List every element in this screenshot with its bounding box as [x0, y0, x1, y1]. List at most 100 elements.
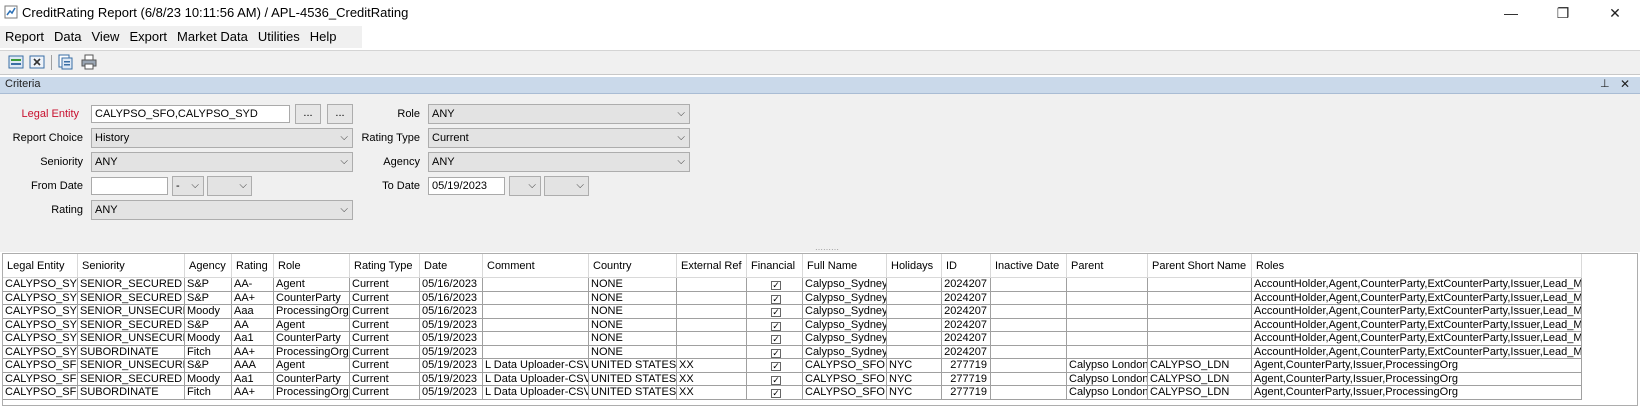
menu-help[interactable]: Help	[305, 26, 342, 48]
seniority-select[interactable]: ANY ⌵	[91, 152, 353, 172]
table-cell[interactable]: 2024207	[942, 305, 991, 319]
table-cell[interactable]: 05/19/2023	[420, 372, 483, 386]
table-cell[interactable]: AccountHolder,Agent,CounterParty,ExtCoun…	[1252, 318, 1582, 332]
table-cell[interactable]: ✓	[747, 291, 803, 305]
financial-checkbox[interactable]: ✓	[771, 348, 781, 358]
table-cell[interactable]: Calypso London	[1067, 386, 1148, 400]
table-cell[interactable]: Calypso_Sydney	[803, 278, 887, 292]
table-cell[interactable]: S&P	[185, 359, 232, 373]
table-cell[interactable]	[677, 345, 747, 359]
table-cell[interactable]: Calypso_Sydney	[803, 291, 887, 305]
table-cell[interactable]	[991, 359, 1067, 373]
table-cell[interactable]: CALYPSO_SFO	[803, 386, 887, 400]
table-cell[interactable]	[991, 386, 1067, 400]
table-cell[interactable]: Fitch	[185, 386, 232, 400]
table-cell[interactable]: CALYPSO_SFO	[803, 359, 887, 373]
column-header[interactable]: External Ref	[677, 254, 747, 278]
table-cell[interactable]: AccountHolder,Agent,CounterParty,ExtCoun…	[1252, 345, 1582, 359]
table-cell[interactable]: CALYPSO_LDN	[1148, 359, 1252, 373]
table-cell[interactable]: SUBORDINATE	[78, 386, 185, 400]
table-cell[interactable]: XX	[677, 372, 747, 386]
save-report-icon[interactable]	[57, 54, 73, 70]
table-cell[interactable]: UNITED STATES	[589, 359, 677, 373]
table-cell[interactable]: 05/16/2023	[420, 305, 483, 319]
legal-entity-select-button[interactable]: ...	[295, 104, 321, 124]
table-cell[interactable]	[991, 305, 1067, 319]
financial-checkbox[interactable]: ✓	[771, 281, 781, 290]
table-cell[interactable]	[887, 345, 942, 359]
table-cell[interactable]: SUBORDINATE	[78, 345, 185, 359]
table-cell[interactable]: S&P	[185, 291, 232, 305]
table-cell[interactable]: CALYPSO_SFO	[3, 372, 78, 386]
table-cell[interactable]: AccountHolder,Agent,CounterParty,ExtCoun…	[1252, 291, 1582, 305]
table-cell[interactable]: CALYPSO_SFO	[3, 386, 78, 400]
table-cell[interactable]	[887, 278, 942, 292]
table-cell[interactable]	[483, 318, 589, 332]
table-cell[interactable]: 05/19/2023	[420, 332, 483, 346]
column-header[interactable]: Seniority	[78, 254, 185, 278]
table-cell[interactable]	[887, 291, 942, 305]
table-cell[interactable]	[483, 291, 589, 305]
table-cell[interactable]	[677, 318, 747, 332]
table-cell[interactable]: 2024207	[942, 291, 991, 305]
table-cell[interactable]: ProcessingOrg	[274, 345, 350, 359]
table-cell[interactable]: NONE	[589, 291, 677, 305]
table-cell[interactable]: L Data Uploader-CSV	[483, 372, 589, 386]
table-cell[interactable]: Calypso_Sydney	[803, 345, 887, 359]
table-cell[interactable]: Calypso_Sydney	[803, 305, 887, 319]
table-cell[interactable]: 2024207	[942, 278, 991, 292]
column-header[interactable]: Rating Type	[350, 254, 420, 278]
table-cell[interactable]: ✓	[747, 386, 803, 400]
rating-select[interactable]: ANY ⌵	[91, 200, 353, 220]
table-cell[interactable]: 05/19/2023	[420, 386, 483, 400]
table-cell[interactable]: AA+	[232, 291, 274, 305]
table-cell[interactable]: 05/19/2023	[420, 359, 483, 373]
table-cell[interactable]: Current	[350, 278, 420, 292]
column-header[interactable]: Full Name	[803, 254, 887, 278]
table-cell[interactable]	[677, 291, 747, 305]
table-cell[interactable]	[1148, 291, 1252, 305]
column-header[interactable]: Agency	[185, 254, 232, 278]
table-cell[interactable]	[991, 345, 1067, 359]
minimize-button[interactable]: —	[1488, 0, 1534, 26]
from-date-unit-select[interactable]: ⌵	[207, 176, 252, 196]
table-cell[interactable]: 05/16/2023	[420, 291, 483, 305]
table-cell[interactable]: Calypso_Sydney	[803, 332, 887, 346]
table-cell[interactable]: CALYPSO_SFO	[3, 359, 78, 373]
table-cell[interactable]: 277719	[942, 386, 991, 400]
table-cell[interactable]: ✓	[747, 332, 803, 346]
table-cell[interactable]: ProcessingOrg	[274, 386, 350, 400]
financial-checkbox[interactable]: ✓	[771, 389, 781, 398]
table-cell[interactable]: AA-	[232, 278, 274, 292]
legal-entity-attr-button[interactable]: ...	[327, 104, 353, 124]
table-cell[interactable]: SENIOR_SECURED	[78, 278, 185, 292]
table-cell[interactable]: CALYPSO_SYD	[3, 278, 78, 292]
table-cell[interactable]: 2024207	[942, 332, 991, 346]
from-date-input[interactable]	[91, 177, 168, 195]
column-header[interactable]: Comment	[483, 254, 589, 278]
table-cell[interactable]: Agent,CounterParty,Issuer,ProcessingOrg	[1252, 386, 1582, 400]
role-select[interactable]: ANY ⌵	[428, 104, 690, 124]
table-cell[interactable]: Current	[350, 291, 420, 305]
menu-report[interactable]: Report	[0, 26, 49, 48]
financial-checkbox[interactable]: ✓	[771, 308, 781, 317]
table-cell[interactable]: 277719	[942, 372, 991, 386]
rating-type-select[interactable]: Current ⌵	[428, 128, 690, 148]
table-cell[interactable]: Agent,CounterParty,Issuer,ProcessingOrg	[1252, 372, 1582, 386]
table-cell[interactable]	[887, 332, 942, 346]
table-cell[interactable]: Agent	[274, 318, 350, 332]
table-cell[interactable]: L Data Uploader-CSV	[483, 386, 589, 400]
table-cell[interactable]	[887, 318, 942, 332]
table-cell[interactable]: NYC	[887, 359, 942, 373]
table-cell[interactable]: ✓	[747, 318, 803, 332]
table-cell[interactable]: AccountHolder,Agent,CounterParty,ExtCoun…	[1252, 278, 1582, 292]
table-cell[interactable]	[1067, 318, 1148, 332]
table-cell[interactable]: Moody	[185, 332, 232, 346]
table-cell[interactable]: AA+	[232, 345, 274, 359]
table-cell[interactable]	[1148, 305, 1252, 319]
table-cell[interactable]	[483, 345, 589, 359]
table-cell[interactable]	[1148, 318, 1252, 332]
table-cell[interactable]	[677, 332, 747, 346]
table-cell[interactable]: Current	[350, 359, 420, 373]
menu-utilities[interactable]: Utilities	[253, 26, 305, 48]
